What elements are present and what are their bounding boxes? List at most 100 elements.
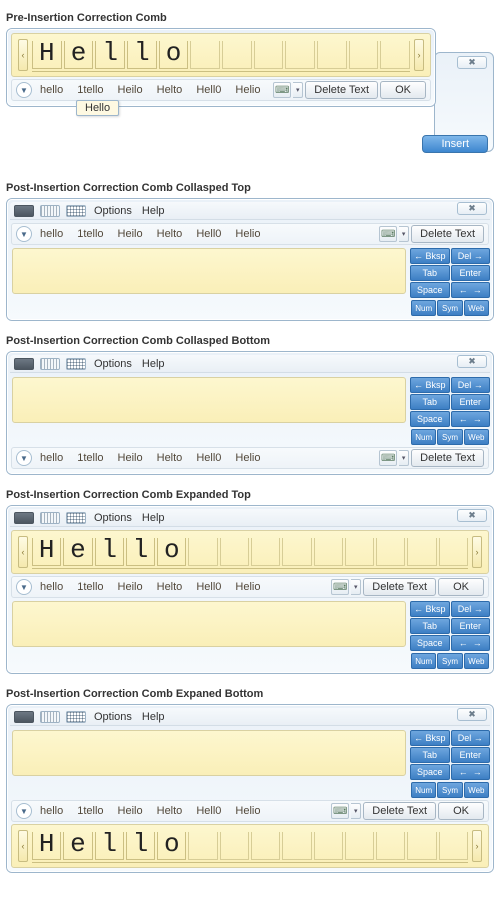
ok-button[interactable]: OK (380, 81, 426, 99)
chevron-down-icon[interactable]: ▾ (351, 803, 361, 819)
expand-button[interactable]: ▼ (16, 82, 32, 98)
delete-text-button[interactable]: Delete Text (363, 578, 436, 596)
comb[interactable]: H e l l o (32, 829, 468, 863)
expand-button[interactable]: ▼ (16, 226, 32, 242)
suggestion[interactable]: hello (34, 451, 69, 465)
chevron-down-icon[interactable]: ▾ (293, 82, 303, 98)
options-menu[interactable]: Options (92, 512, 134, 524)
suggestion[interactable]: 1tello (71, 451, 109, 465)
ok-button[interactable]: OK (438, 802, 484, 820)
close-icon[interactable]: ✖ (457, 56, 487, 69)
prev-button[interactable]: ‹ (18, 39, 28, 71)
key-tab[interactable]: Tab (410, 265, 450, 281)
suggestion[interactable]: Hell0 (190, 227, 227, 241)
suggestion[interactable]: Heilo (112, 227, 149, 241)
view-mode-icon[interactable] (14, 512, 34, 524)
delete-text-button[interactable]: Delete Text (411, 225, 484, 243)
keyboard-mode-icon[interactable] (66, 358, 86, 370)
suggestion[interactable]: Heilo (112, 804, 149, 818)
help-menu[interactable]: Help (140, 205, 167, 217)
next-button[interactable]: › (414, 39, 424, 71)
writing-pad[interactable] (12, 730, 406, 776)
lined-mode-icon[interactable] (40, 512, 60, 524)
keyboard-icon[interactable]: ⌨ (379, 226, 397, 242)
close-icon[interactable]: ✖ (457, 509, 487, 522)
close-icon[interactable]: ✖ (457, 708, 487, 721)
keyboard-mode-icon[interactable] (66, 512, 86, 524)
key-space[interactable]: Space (410, 282, 450, 298)
suggestion[interactable]: Helio (229, 83, 266, 97)
insert-button[interactable]: Insert (422, 135, 488, 153)
writing-pad[interactable]: ‹ H e l l o › (11, 33, 431, 77)
key-del[interactable]: Del → (451, 730, 491, 746)
key-sym[interactable]: Sym (437, 429, 462, 445)
chevron-down-icon[interactable]: ▾ (351, 579, 361, 595)
key-space[interactable]: Space (410, 764, 450, 780)
suggestion[interactable]: hello (34, 83, 69, 97)
key-web[interactable]: Web (464, 300, 489, 316)
suggestion[interactable]: hello (34, 580, 69, 594)
suggestion[interactable]: Heilo (112, 451, 149, 465)
view-mode-icon[interactable] (14, 711, 34, 723)
keyboard-icon[interactable]: ⌨ (273, 82, 291, 98)
key-num[interactable]: Num (411, 429, 436, 445)
suggestion[interactable]: Helto (151, 580, 189, 594)
suggestion[interactable]: Heilo (112, 83, 149, 97)
view-mode-icon[interactable] (14, 358, 34, 370)
suggestion[interactable]: 1tello (71, 580, 109, 594)
suggestion[interactable]: Helto (151, 451, 189, 465)
key-enter[interactable]: Enter (451, 618, 491, 634)
options-menu[interactable]: Options (92, 358, 134, 370)
key-web[interactable]: Web (464, 429, 489, 445)
prev-button[interactable]: ‹ (18, 830, 28, 862)
suggestion[interactable]: hello (34, 804, 69, 818)
chevron-down-icon[interactable]: ▾ (399, 450, 409, 466)
delete-text-button[interactable]: Delete Text (363, 802, 436, 820)
writing-pad[interactable] (12, 601, 406, 647)
key-sym[interactable]: Sym (437, 653, 462, 669)
delete-text-button[interactable]: Delete Text (411, 449, 484, 467)
options-menu[interactable]: Options (92, 711, 134, 723)
comb[interactable]: H e l l o (32, 38, 410, 72)
lined-mode-icon[interactable] (40, 358, 60, 370)
suggestion[interactable]: Helto (151, 227, 189, 241)
key-del[interactable]: Del → (451, 601, 491, 617)
view-mode-icon[interactable] (14, 205, 34, 217)
key-arrows[interactable]: ← → (451, 282, 491, 298)
help-menu[interactable]: Help (140, 512, 167, 524)
keyboard-mode-icon[interactable] (66, 205, 86, 217)
key-del[interactable]: Del → (451, 377, 491, 393)
key-bksp[interactable]: ← Bksp (410, 248, 450, 264)
next-button[interactable]: › (472, 830, 482, 862)
suggestion[interactable]: Hell0 (190, 83, 227, 97)
suggestion[interactable]: Hell0 (190, 804, 227, 818)
writing-pad[interactable]: ‹ H e l l o › (11, 530, 489, 574)
key-bksp[interactable]: ← Bksp (410, 730, 450, 746)
suggestion[interactable]: Helto (151, 83, 189, 97)
key-del[interactable]: Del → (451, 248, 491, 264)
help-menu[interactable]: Help (140, 711, 167, 723)
key-space[interactable]: Space (410, 635, 450, 651)
key-space[interactable]: Space (410, 411, 450, 427)
suggestion[interactable]: Helio (229, 580, 266, 594)
close-icon[interactable]: ✖ (457, 355, 487, 368)
key-bksp[interactable]: ← Bksp (410, 601, 450, 617)
keyboard-icon[interactable]: ⌨ (379, 450, 397, 466)
suggestion[interactable]: Heilo (112, 580, 149, 594)
writing-pad[interactable]: ‹ H e l l o › (11, 824, 489, 868)
key-num[interactable]: Num (411, 653, 436, 669)
key-sym[interactable]: Sym (437, 782, 462, 798)
key-enter[interactable]: Enter (451, 265, 491, 281)
expand-button[interactable]: ▼ (16, 579, 32, 595)
writing-pad[interactable] (12, 248, 406, 294)
suggestion[interactable]: 1tello (71, 804, 109, 818)
suggestion[interactable]: 1tello (71, 227, 109, 241)
close-icon[interactable]: ✖ (457, 202, 487, 215)
suggestion[interactable]: Helio (229, 227, 266, 241)
help-menu[interactable]: Help (140, 358, 167, 370)
key-arrows[interactable]: ← → (451, 764, 491, 780)
next-button[interactable]: › (472, 536, 482, 568)
suggestion[interactable]: 1tello (71, 83, 109, 97)
writing-pad[interactable] (12, 377, 406, 423)
delete-text-button[interactable]: Delete Text (305, 81, 378, 99)
